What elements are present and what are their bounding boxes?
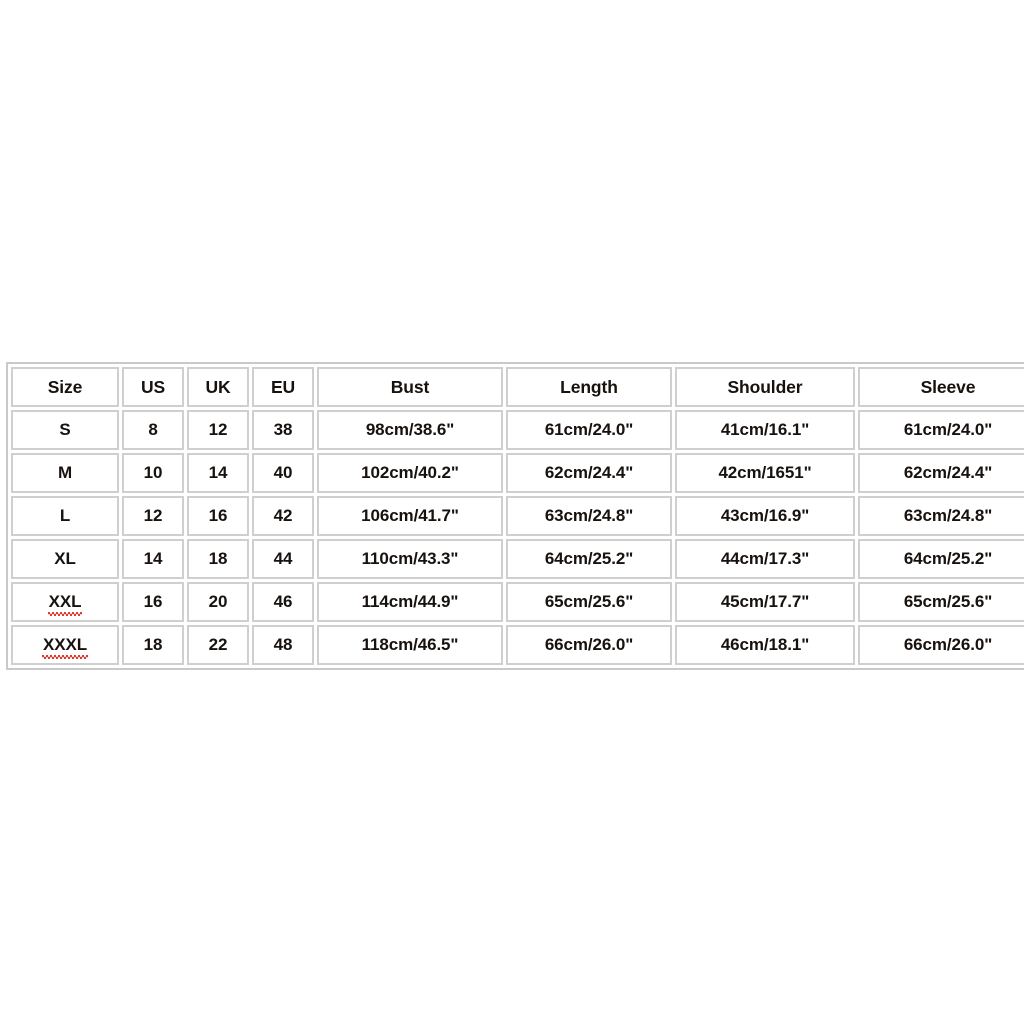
cell-bust: 106cm/41.7" [317, 496, 503, 536]
cell-length: 62cm/24.4" [506, 453, 672, 493]
cell-eu: 46 [252, 582, 314, 622]
column-header-sleeve: Sleeve [858, 367, 1024, 407]
cell-uk: 18 [187, 539, 249, 579]
cell-bust: 118cm/46.5" [317, 625, 503, 665]
cell-size: XL [11, 539, 119, 579]
cell-length: 64cm/25.2" [506, 539, 672, 579]
cell-size: M [11, 453, 119, 493]
column-header-us: US [122, 367, 184, 407]
cell-sleeve: 65cm/25.6" [858, 582, 1024, 622]
cell-us: 16 [122, 582, 184, 622]
misspelled-text: XXL [47, 591, 83, 616]
cell-bust: 102cm/40.2" [317, 453, 503, 493]
cell-sleeve: 61cm/24.0" [858, 410, 1024, 450]
cell-us: 14 [122, 539, 184, 579]
table-row: S 8 12 38 98cm/38.6" 61cm/24.0" 41cm/16.1" 61cm… [11, 410, 1024, 450]
cell-length: 61cm/24.0" [506, 410, 672, 450]
size-chart-header: Size US UK EU Bust Length Shoulder Sleev… [11, 367, 1024, 407]
cell-shoulder: 44cm/17.3" [675, 539, 855, 579]
cell-eu: 38 [252, 410, 314, 450]
cell-us: 18 [122, 625, 184, 665]
cell-shoulder: 45cm/17.7" [675, 582, 855, 622]
column-header-size: Size [11, 367, 119, 407]
cell-length: 63cm/24.8" [506, 496, 672, 536]
cell-us: 10 [122, 453, 184, 493]
cell-shoulder: 43cm/16.9" [675, 496, 855, 536]
cell-uk: 20 [187, 582, 249, 622]
page-root: Size US UK EU Bust Length Shoulder Sleev… [0, 0, 1024, 1024]
cell-shoulder: 46cm/18.1" [675, 625, 855, 665]
cell-eu: 42 [252, 496, 314, 536]
cell-uk: 12 [187, 410, 249, 450]
cell-size: S [11, 410, 119, 450]
column-header-shoulder: Shoulder [675, 367, 855, 407]
cell-size: XXL [11, 582, 119, 622]
cell-bust: 98cm/38.6" [317, 410, 503, 450]
cell-sleeve: 66cm/26.0" [858, 625, 1024, 665]
size-chart-container: Size US UK EU Bust Length Shoulder Sleev… [6, 362, 1024, 670]
column-header-length: Length [506, 367, 672, 407]
column-header-bust: Bust [317, 367, 503, 407]
cell-size: XXXL [11, 625, 119, 665]
cell-bust: 114cm/44.9" [317, 582, 503, 622]
cell-eu: 48 [252, 625, 314, 665]
size-chart-body: S 8 12 38 98cm/38.6" 61cm/24.0" 41cm/16.1" 61cm… [11, 410, 1024, 665]
cell-bust: 110cm/43.3" [317, 539, 503, 579]
table-header-row: Size US UK EU Bust Length Shoulder Sleev… [11, 367, 1024, 407]
cell-length: 66cm/26.0" [506, 625, 672, 665]
cell-us: 12 [122, 496, 184, 536]
cell-us: 8 [122, 410, 184, 450]
cell-length: 65cm/25.6" [506, 582, 672, 622]
cell-eu: 44 [252, 539, 314, 579]
cell-sleeve: 64cm/25.2" [858, 539, 1024, 579]
misspelled-text: XXXL [41, 634, 89, 659]
cell-sleeve: 62cm/24.4" [858, 453, 1024, 493]
table-row: XXXL 18 22 48 118cm/46.5" 66cm/26.0" 46cm/18.1… [11, 625, 1024, 665]
cell-size: L [11, 496, 119, 536]
table-row: XXL 16 20 46 114cm/44.9" 65cm/25.6" 45cm/17.7"… [11, 582, 1024, 622]
cell-uk: 22 [187, 625, 249, 665]
table-row: XL 14 18 44 110cm/43.3" 64cm/25.2" 44cm/17.3" 6… [11, 539, 1024, 579]
column-header-eu: EU [252, 367, 314, 407]
cell-shoulder: 41cm/16.1" [675, 410, 855, 450]
cell-uk: 16 [187, 496, 249, 536]
cell-shoulder: 42cm/1651" [675, 453, 855, 493]
cell-eu: 40 [252, 453, 314, 493]
column-header-uk: UK [187, 367, 249, 407]
cell-sleeve: 63cm/24.8" [858, 496, 1024, 536]
table-row: L 12 16 42 106cm/41.7" 63cm/24.8" 43cm/16.9" 63… [11, 496, 1024, 536]
table-row: M 10 14 40 102cm/40.2" 62cm/24.4" 42cm/1651" 62… [11, 453, 1024, 493]
cell-uk: 14 [187, 453, 249, 493]
size-chart-table: Size US UK EU Bust Length Shoulder Sleev… [6, 362, 1024, 670]
